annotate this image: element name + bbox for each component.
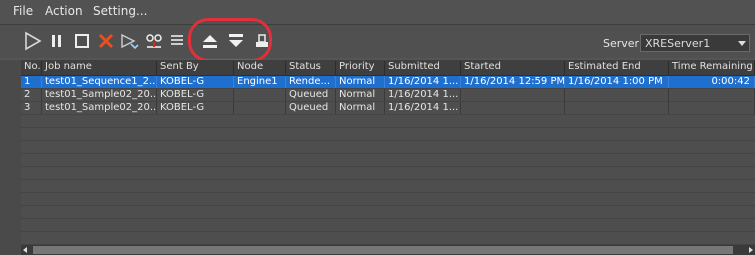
cell-node bbox=[234, 102, 286, 114]
col-node[interactable]: Node bbox=[234, 61, 286, 75]
cell-node bbox=[234, 89, 286, 101]
menu-bar: File Action Setting... bbox=[0, 0, 755, 25]
cell-status: Rende... bbox=[286, 76, 336, 88]
scroll-thumb[interactable] bbox=[33, 246, 733, 254]
cell-job-name: test01_Sequence1_2... bbox=[42, 76, 157, 88]
cell-sent-by: KOBEL-G bbox=[157, 89, 234, 101]
cell-time-remaining: 0:00:42 bbox=[669, 76, 755, 88]
cell-sent-by: KOBEL-G bbox=[157, 102, 234, 114]
cell-submitted: 1/16/2014 1... bbox=[385, 102, 461, 114]
cell-time-remaining bbox=[669, 102, 755, 114]
cell-started bbox=[461, 102, 565, 114]
cell-estimated-end: 1/16/2014 1:00 PM bbox=[565, 76, 669, 88]
col-priority[interactable]: Priority bbox=[336, 61, 385, 75]
pause-icon[interactable] bbox=[46, 30, 68, 52]
cell-submitted: 1/16/2014 1... bbox=[385, 76, 461, 88]
empty-row bbox=[21, 193, 755, 206]
col-status[interactable]: Status bbox=[286, 61, 336, 75]
list-icon[interactable] bbox=[167, 30, 189, 52]
empty-row bbox=[21, 154, 755, 167]
cell-started: 1/16/2014 12:59 PM bbox=[461, 76, 565, 88]
col-started[interactable]: Started bbox=[461, 61, 565, 75]
server-label: Server bbox=[603, 37, 640, 50]
highlight-ring bbox=[188, 18, 272, 62]
cell-time-remaining bbox=[669, 89, 755, 101]
menu-setting[interactable]: Setting... bbox=[93, 4, 147, 18]
col-job-name[interactable]: Job name bbox=[42, 61, 157, 75]
cell-priority: Normal bbox=[336, 102, 385, 114]
menu-action[interactable]: Action bbox=[45, 4, 83, 18]
left-gutter bbox=[0, 60, 21, 255]
scroll-left-icon[interactable] bbox=[23, 247, 27, 253]
cell-job-name: test01_Sample02_20... bbox=[42, 102, 157, 114]
empty-row bbox=[21, 167, 755, 180]
cell-sent-by: KOBEL-G bbox=[157, 76, 234, 88]
server-select[interactable]: XREServer1 bbox=[640, 34, 750, 52]
empty-row bbox=[21, 128, 755, 141]
delete-icon[interactable] bbox=[95, 30, 117, 52]
empty-row bbox=[21, 219, 755, 232]
menu-file[interactable]: File bbox=[13, 4, 33, 18]
empty-row bbox=[21, 180, 755, 193]
cell-status: Queued bbox=[286, 102, 336, 114]
reassign-icon[interactable] bbox=[143, 30, 165, 52]
table-row[interactable]: 2 test01_Sample02_20... KOBEL-G Queued N… bbox=[21, 89, 755, 102]
cell-status: Queued bbox=[286, 89, 336, 101]
empty-row bbox=[21, 206, 755, 219]
job-table: No. Job name Sent By Node Status Priorit… bbox=[21, 60, 755, 245]
stop-icon[interactable] bbox=[71, 30, 93, 52]
table-row[interactable]: 1 test01_Sequence1_2... KOBEL-G Engine1 … bbox=[21, 76, 755, 89]
empty-row bbox=[21, 115, 755, 128]
table-row[interactable]: 3 test01_Sample02_20... KOBEL-G Queued N… bbox=[21, 102, 755, 115]
cell-node: Engine1 bbox=[234, 76, 286, 88]
cell-job-name: test01_Sample02_20... bbox=[42, 89, 157, 101]
horizontal-scrollbar[interactable] bbox=[21, 245, 755, 255]
col-no[interactable]: No. bbox=[21, 61, 42, 75]
chevron-down-icon bbox=[738, 41, 746, 46]
cell-started bbox=[461, 89, 565, 101]
cell-submitted: 1/16/2014 1... bbox=[385, 89, 461, 101]
cell-estimated-end bbox=[565, 102, 669, 114]
col-estimated-end[interactable]: Estimated End bbox=[565, 61, 669, 75]
empty-row bbox=[21, 232, 755, 245]
cell-no: 3 bbox=[21, 102, 42, 114]
server-value: XREServer1 bbox=[645, 37, 711, 50]
cell-estimated-end bbox=[565, 89, 669, 101]
scroll-right-icon[interactable] bbox=[749, 247, 753, 253]
col-submitted[interactable]: Submitted bbox=[385, 61, 461, 75]
table-header: No. Job name Sent By Node Status Priorit… bbox=[21, 60, 755, 76]
send-icon[interactable] bbox=[119, 30, 141, 52]
col-sent-by[interactable]: Sent By bbox=[157, 61, 234, 75]
col-time-remaining[interactable]: Time Remaining bbox=[669, 61, 755, 75]
cell-priority: Normal bbox=[336, 89, 385, 101]
cell-no: 2 bbox=[21, 89, 42, 101]
cell-no: 1 bbox=[21, 76, 42, 88]
empty-row bbox=[21, 141, 755, 154]
play-icon[interactable] bbox=[22, 30, 44, 52]
render-manager-window: File Action Setting... Server XREServer1… bbox=[0, 0, 755, 255]
cell-priority: Normal bbox=[336, 76, 385, 88]
